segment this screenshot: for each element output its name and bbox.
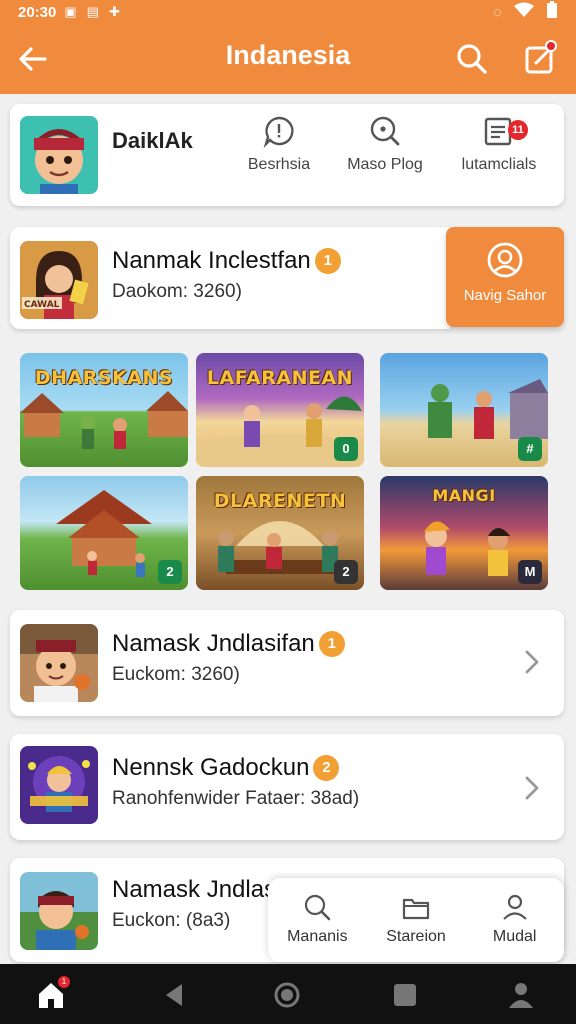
game-tile[interactable]: MANGI M [380, 476, 548, 590]
tile-badge: 2 [158, 560, 182, 584]
svg-text:CAWAL: CAWAL [24, 300, 60, 310]
tile-title: LAFARANEAN [206, 367, 354, 389]
home-badge: 1 [58, 976, 70, 988]
tile-title: MANGI [432, 486, 496, 505]
action-label: Besrhsia [247, 156, 311, 173]
status-time: 20:30 [18, 3, 57, 21]
gear-icon: ✚ [108, 4, 120, 19]
chevron-right-icon [525, 776, 539, 800]
cta-label: Navig Sahor [463, 287, 547, 304]
chat-icon [263, 116, 294, 148]
home-circle-icon[interactable] [272, 980, 302, 1010]
folder-icon [402, 898, 430, 920]
list-thumbnail [20, 872, 98, 950]
action-maso-plog[interactable]: Maso Plog [330, 114, 440, 174]
action-label: lutamclials [461, 156, 537, 173]
back-triangle-icon[interactable] [160, 980, 190, 1010]
game-tile[interactable]: DHARSKANS [20, 353, 188, 467]
user-pin-icon [487, 242, 523, 278]
tile-badge: M [518, 560, 542, 584]
tile-title: DHARSKANS [34, 367, 174, 389]
floating-action-bar: Mananis Stareion Mudal [268, 878, 564, 962]
search-icon [305, 894, 331, 921]
notification-dot [545, 40, 557, 52]
game-tile[interactable]: DLARENETN 2 [196, 476, 364, 590]
tile-badge: 0 [334, 437, 358, 461]
list-item[interactable]: Namask Jndlasifan 1 Euckom: 3260) [10, 610, 564, 716]
sim-icon: ▣ [64, 4, 77, 19]
profile-card: DaiklAk Besrhsia Maso Plog 11 lutamclial… [10, 104, 564, 206]
game-tile[interactable]: LAFARANEAN 0 [196, 353, 364, 467]
list-thumbnail [20, 746, 98, 824]
navig-sahor-button[interactable]: Navig Sahor [446, 227, 564, 327]
action-label: Mudal [492, 928, 537, 945]
chevron-right-icon [525, 650, 539, 674]
action-mananis[interactable]: Mananis [268, 878, 367, 962]
featured-subtitle: Daokom: 3260) [112, 281, 242, 302]
vibrate-icon: ◌ [493, 3, 502, 21]
person-icon [502, 894, 527, 920]
rank-badge: 1 [314, 248, 341, 274]
recents-icon[interactable] [390, 980, 420, 1010]
search-icon [370, 116, 400, 146]
tile-badge: # [518, 437, 542, 461]
list-title: Nennsk Gadockun 2 [112, 754, 340, 782]
action-label: Stareion [386, 928, 446, 945]
list-title: Namask Jndlaslí [112, 876, 289, 903]
rank-badge: 2 [313, 755, 340, 781]
avatar[interactable] [20, 116, 98, 194]
battery-icon [546, 1, 558, 23]
profile-name: DaiklAk [112, 128, 193, 153]
action-mudal[interactable]: Mudal [465, 878, 564, 962]
wifi-icon [514, 2, 534, 22]
game-tile[interactable]: # [380, 353, 548, 467]
action-besrhsia[interactable]: Besrhsia [224, 114, 334, 174]
notification-badge: 11 [508, 120, 528, 140]
list-subtitle: Euckom: 3260) [112, 664, 240, 685]
action-label: Maso Plog [347, 156, 423, 173]
list-subtitle: Euckon: (8a3) [112, 910, 231, 931]
action-lutamclials[interactable]: 11 lutamclials [444, 114, 554, 174]
game-tile[interactable]: 2 [20, 476, 188, 590]
list-title: Namask Jndlasifan 1 [112, 630, 345, 658]
list-subtitle: Ranohfenwider Fataer: 38ad) [112, 788, 360, 809]
action-label: Mananis [287, 928, 348, 945]
featured-title: Nanmak Inclestfan 1 [112, 247, 341, 275]
tile-title: DLARENETN [213, 490, 347, 512]
profile-icon[interactable] [506, 980, 536, 1010]
action-stareion[interactable]: Stareion [367, 878, 466, 962]
system-nav-bar: 1 [0, 964, 576, 1024]
list-item[interactable]: Nennsk Gadockun 2 Ranohfenwider Fataer: 3… [10, 734, 564, 840]
search-icon[interactable] [454, 41, 490, 77]
featured-card[interactable]: CAWAL Nanmak Inclestfan 1 Daokom: 3260) [10, 227, 450, 329]
tile-badge: 2 [334, 560, 358, 584]
status-bar: 20:30 ▣ ▤ ✚ ◌ [0, 0, 576, 24]
rank-badge: 1 [318, 631, 345, 657]
featured-thumbnail: CAWAL [20, 241, 98, 319]
app-bar: Indanesia [0, 24, 576, 94]
briefcase-icon: ▤ [86, 4, 99, 19]
list-thumbnail [20, 624, 98, 702]
